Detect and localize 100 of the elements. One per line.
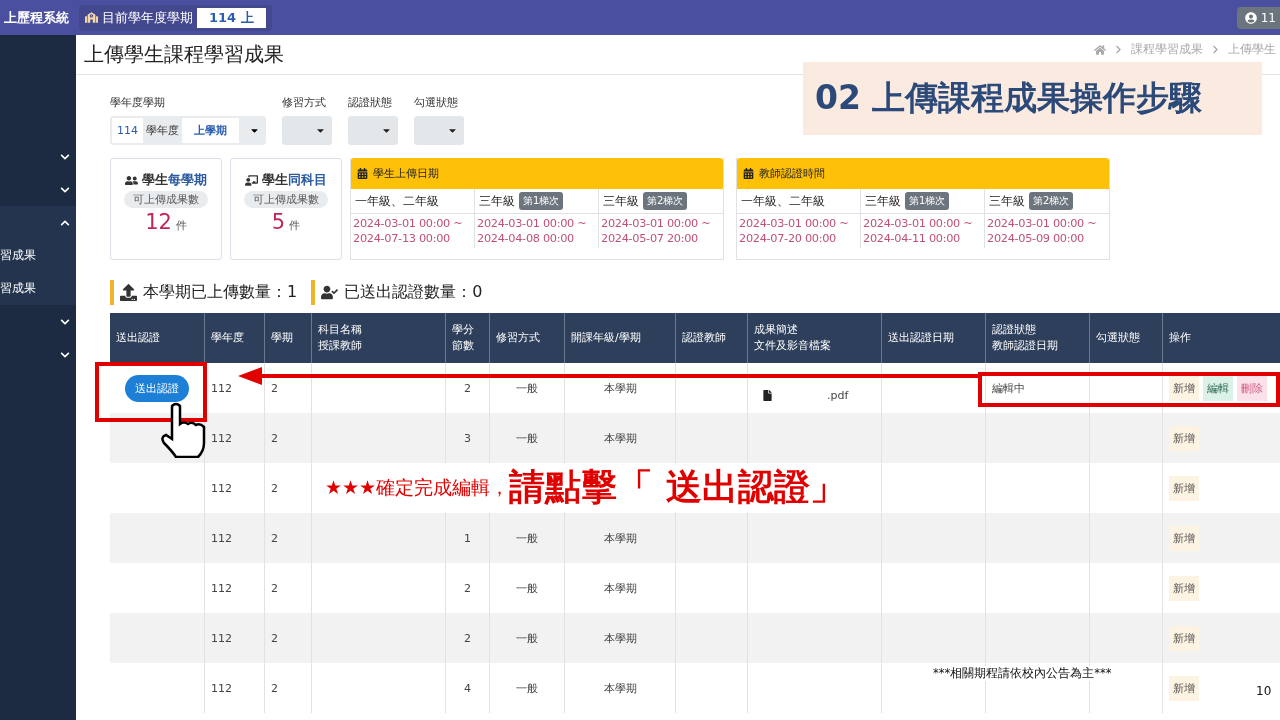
chevron-down-icon[interactable] xyxy=(60,151,70,162)
edit-button[interactable]: 編輯 xyxy=(1203,375,1233,401)
date-text: 2024-03-01 00:00 ~ xyxy=(477,217,588,230)
table-cell: 本學期 xyxy=(565,413,676,463)
calendar-icon xyxy=(743,168,754,179)
batch-badge: 第1梯次 xyxy=(519,192,564,210)
school-icon xyxy=(85,11,98,24)
column-header: 勾選狀態 xyxy=(1090,313,1163,363)
term-value: 114 上 xyxy=(197,7,266,28)
filter-label: 修習方式 xyxy=(282,95,327,110)
date-text: 2024-03-01 00:00 ~ xyxy=(601,217,712,230)
unit-label: 件 xyxy=(289,218,301,233)
column-header: 科目名稱 授課教師 xyxy=(312,313,446,363)
add-button[interactable]: 新增 xyxy=(1169,375,1199,401)
term-select[interactable]: 114 學年度 上學期 xyxy=(110,116,266,145)
date-table-header: 教師認證時間 xyxy=(737,158,1109,189)
card-value: 12 xyxy=(145,210,172,234)
table-cell: 112 xyxy=(205,413,265,463)
hint-text: ★★★確定完成編輯， xyxy=(325,475,510,498)
chevron-down-icon[interactable] xyxy=(60,184,70,195)
filter-label: 學年度學期 xyxy=(110,95,166,110)
date-text: 2024-05-07 20:00 xyxy=(601,232,699,245)
grade-label: 三年級 xyxy=(865,193,901,209)
sidebar-item[interactable]: 習成果 xyxy=(0,272,76,305)
user-check-icon xyxy=(321,284,339,301)
column-header: 學期 xyxy=(265,313,312,363)
table-cell: 一般 xyxy=(490,513,565,563)
user-icon xyxy=(1244,11,1257,24)
filter-label: 勾選狀態 xyxy=(414,95,459,110)
footnote: ***相關期程請依校內公告為主*** xyxy=(933,666,1112,681)
page-number: 10 xyxy=(1256,684,1272,698)
send-certification-button[interactable]: 送出認證 xyxy=(125,374,189,402)
column-header: 學年度 xyxy=(205,313,265,363)
date-text: 2024-03-01 00:00 ~ xyxy=(739,217,850,230)
filter-label: 認證狀態 xyxy=(348,95,393,110)
step-title: 02 上傳課程成果操作步驟 xyxy=(815,77,1203,119)
column-header: 學分 節數 xyxy=(446,313,490,363)
file-link[interactable]: .pdf xyxy=(827,388,849,402)
chevron-down-icon[interactable] xyxy=(60,349,70,360)
card-pill: 可上傳成果數 xyxy=(124,191,208,208)
batch-badge: 第2梯次 xyxy=(1029,192,1074,210)
date-text: 2024-03-01 00:00 ~ xyxy=(863,217,974,230)
column-header: 送出認證日期 xyxy=(882,313,986,363)
card-title: 學生同科目 xyxy=(245,171,327,189)
date-table-header: 學生上傳日期 xyxy=(351,158,723,189)
card-title: 學生每學期 xyxy=(125,171,207,189)
table-cell: 112 xyxy=(205,613,265,663)
table-cell: 1 xyxy=(446,513,490,563)
table-cell: 2 xyxy=(265,513,312,563)
add-button[interactable]: 新增 xyxy=(1169,475,1199,501)
column-header: 認證教師 xyxy=(676,313,748,363)
grade-label: 一年級、二年級 xyxy=(355,193,439,209)
calendar-icon xyxy=(357,168,368,179)
counter-text: 已送出認證數量：0 xyxy=(344,282,483,303)
column-header: 成果簡述 文件及影音檔案 xyxy=(748,313,882,363)
grade-label: 一年級、二年級 xyxy=(741,193,825,209)
column-header: 開課年級/學期 xyxy=(565,313,676,363)
batch-badge: 第1梯次 xyxy=(905,192,950,210)
column-header: 送出認證 xyxy=(110,313,205,363)
user-button[interactable]: 11 xyxy=(1236,6,1280,29)
chevron-icon xyxy=(1114,45,1123,54)
date-text: 2024-03-01 00:00 ~ xyxy=(987,217,1098,230)
table-cell xyxy=(676,613,748,663)
card-value: 5 xyxy=(271,210,286,234)
date-text: 2024-04-08 00:00 xyxy=(477,232,575,245)
add-button[interactable]: 新增 xyxy=(1169,675,1199,701)
table-cell: 一般 xyxy=(490,613,565,663)
table-cell: 2 xyxy=(265,613,312,663)
sidebar-item[interactable]: 習成果 xyxy=(0,239,76,272)
teacher-icon xyxy=(245,173,258,187)
column-header: 修習方式 xyxy=(490,313,565,363)
table-cell: 3 xyxy=(446,413,490,463)
column-header: 認證狀態 教師認證日期 xyxy=(986,313,1090,363)
term-label: 目前學年度學期 xyxy=(102,8,193,27)
table-cell: 112 xyxy=(205,513,265,563)
people-icon xyxy=(125,173,138,187)
upload-icon xyxy=(120,284,137,301)
add-button[interactable]: 新增 xyxy=(1169,625,1199,651)
table-cell xyxy=(676,513,748,563)
unit-label: 件 xyxy=(175,218,187,233)
chevron-down-icon[interactable] xyxy=(60,316,70,327)
add-button[interactable]: 新增 xyxy=(1169,425,1199,451)
grade-label: 三年級 xyxy=(479,193,515,209)
card-pill: 可上傳成果數 xyxy=(244,191,328,208)
batch-badge: 第2梯次 xyxy=(643,192,688,210)
table-cell: 2 xyxy=(265,413,312,463)
table-cell: 本學期 xyxy=(565,513,676,563)
page-title: 上傳學生課程學習成果 xyxy=(84,41,284,68)
grade-label: 三年級 xyxy=(603,193,639,209)
file-icon xyxy=(762,389,773,401)
grade-label: 三年級 xyxy=(989,193,1025,209)
date-text: 2024-07-13 00:00 xyxy=(353,232,451,245)
date-text: 2024-04-11 00:00 xyxy=(863,232,961,245)
date-text: 2024-07-20 00:00 xyxy=(739,232,837,245)
add-button[interactable]: 新增 xyxy=(1169,525,1199,551)
counter-text: 本學期已上傳數量：1 xyxy=(143,282,298,303)
date-text: 2024-05-09 00:00 xyxy=(987,232,1085,245)
chevron-icon xyxy=(1211,45,1220,54)
table-cell xyxy=(676,413,748,463)
add-button[interactable]: 新增 xyxy=(1169,575,1199,601)
